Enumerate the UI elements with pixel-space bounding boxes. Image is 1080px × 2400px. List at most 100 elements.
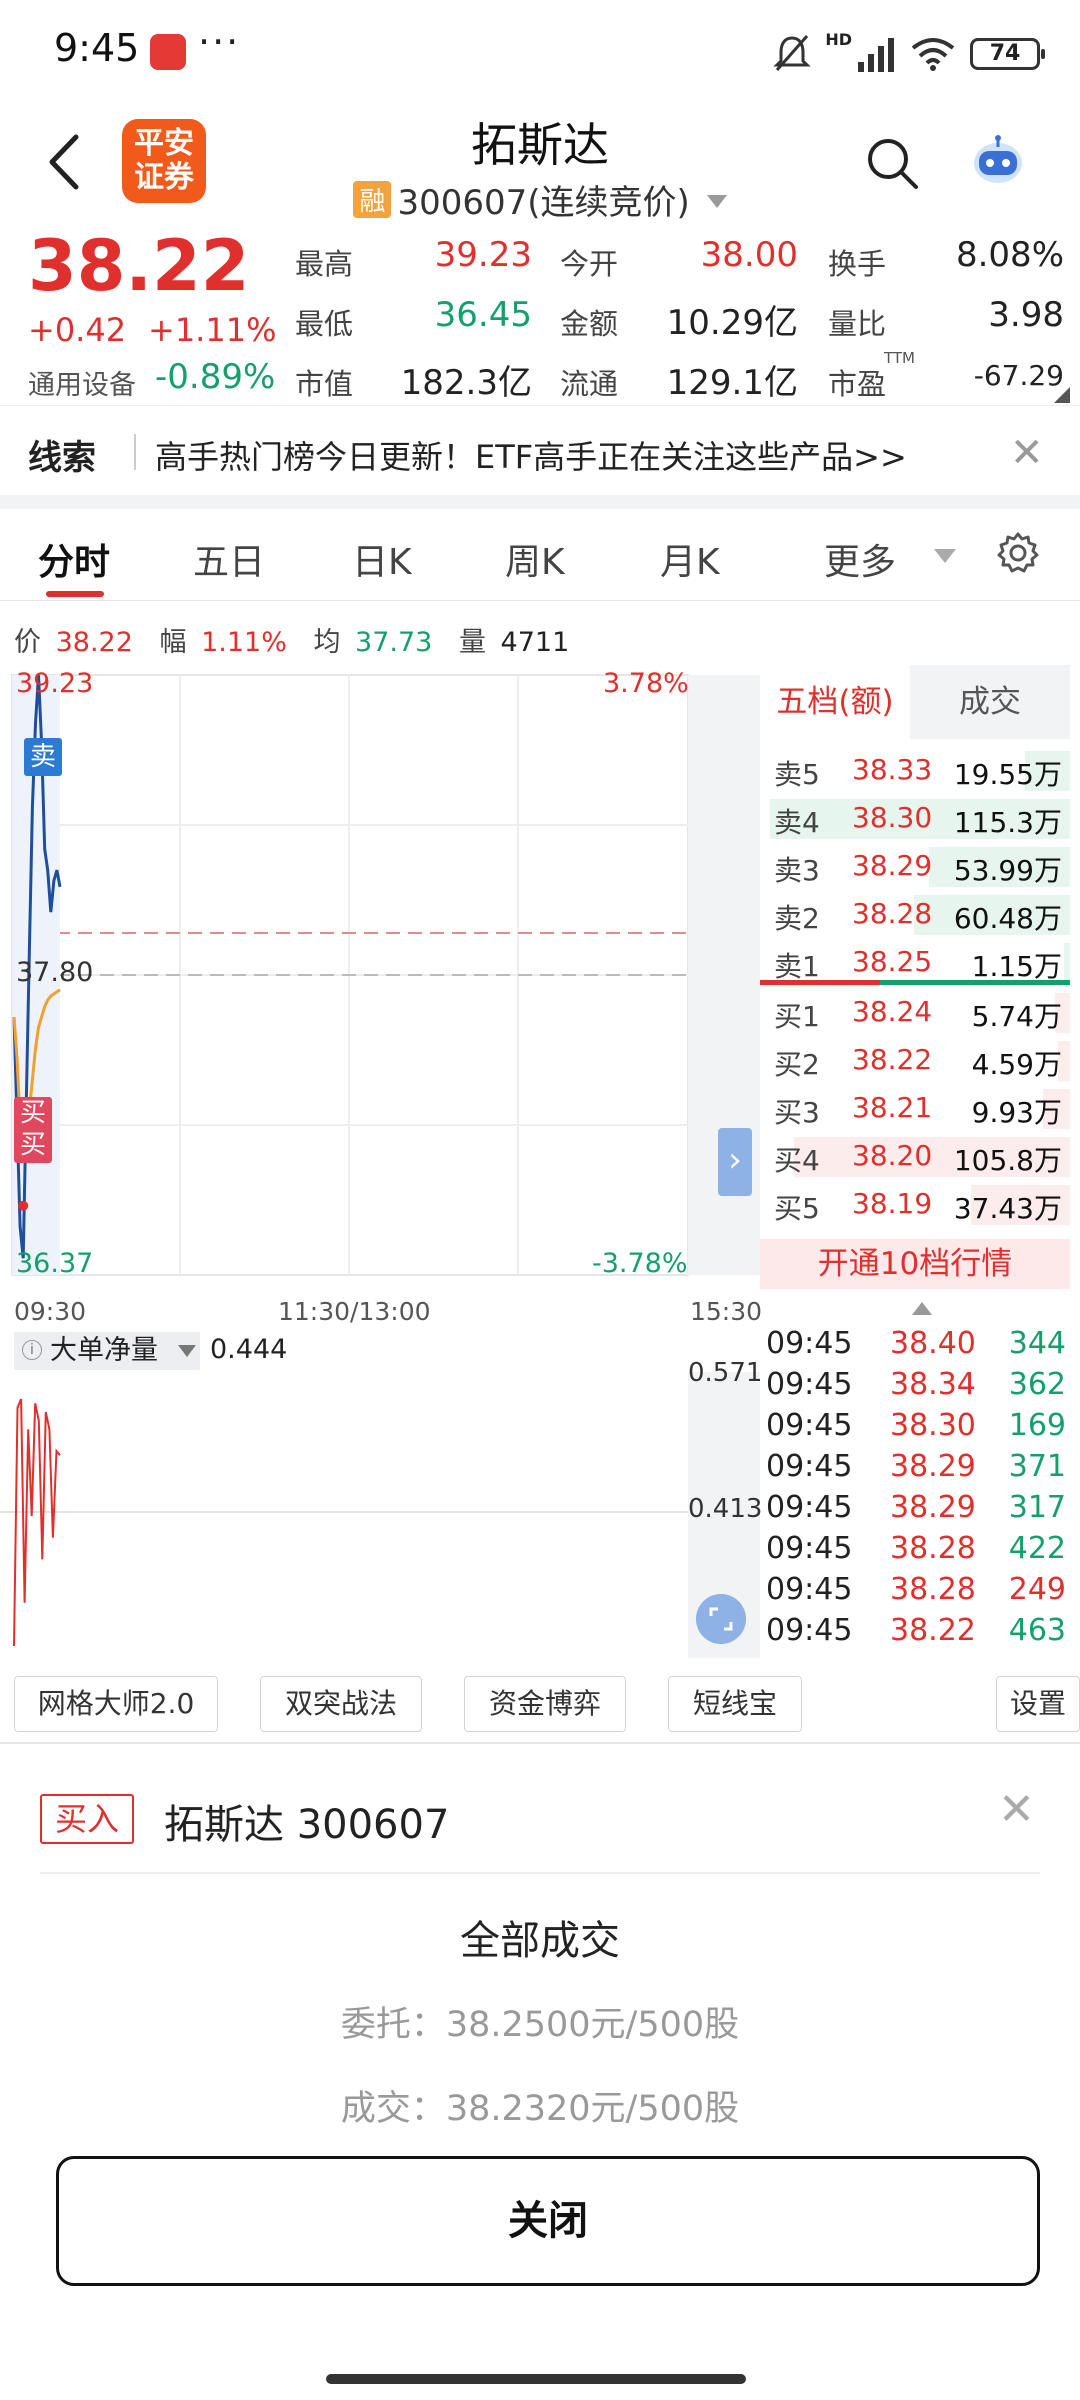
- signal-icon: [858, 38, 894, 72]
- stat-value-market-cap: 182.3亿: [400, 363, 532, 403]
- stat-label-volume-ratio: 量比: [828, 307, 887, 341]
- order-book-level: 卖4: [774, 806, 820, 839]
- status-bar: 9:45 ··· HD 74: [0, 0, 1080, 105]
- tab-monthly-k[interactable]: 月K: [660, 533, 720, 585]
- buy-marker[interactable]: 买买: [14, 1097, 52, 1163]
- ask-strength-bar: [880, 980, 1070, 985]
- order-book-vol: 4.59万: [971, 1048, 1062, 1081]
- stat-label-pe: 市盈: [828, 367, 887, 401]
- section-gap: [0, 495, 1080, 509]
- trade-row: 09:45 38.34 362: [766, 1367, 1070, 1408]
- open-10-levels-button[interactable]: 开通10档行情: [760, 1239, 1070, 1289]
- status-time: 9:45: [54, 26, 140, 70]
- bid-row[interactable]: 买5 38.19 37.43万: [760, 1181, 1070, 1229]
- ask-row[interactable]: 卖5 38.33 19.55万: [760, 747, 1070, 795]
- order-book-vol: 37.43万: [953, 1192, 1062, 1225]
- indicator-scale-mid: 0.413: [688, 1494, 763, 1524]
- ai-assistant-robot-icon[interactable]: [970, 133, 1026, 189]
- tab-trades[interactable]: 成交: [910, 665, 1070, 739]
- order-side-badge: 买入: [40, 1794, 134, 1844]
- trade-row: 09:45 38.30 169: [766, 1408, 1070, 1449]
- close-button[interactable]: 关闭: [56, 2156, 1040, 2286]
- stat-value-low: 36.45: [434, 295, 532, 335]
- order-book-level: 卖5: [774, 758, 820, 791]
- stat-value-high: 39.23: [434, 235, 532, 275]
- tab-daily-k[interactable]: 日K: [352, 533, 412, 585]
- tab-five-day[interactable]: 五日: [193, 533, 265, 585]
- fullscreen-icon[interactable]: [696, 1594, 746, 1644]
- clue-divider: [134, 434, 136, 470]
- trade-price: 38.28: [890, 1531, 976, 1566]
- chevron-up-icon[interactable]: [912, 1302, 932, 1315]
- ask-row[interactable]: 卖4 38.30 115.3万: [760, 795, 1070, 843]
- battery-icon: 74: [970, 38, 1045, 70]
- chart-grid: [11, 674, 760, 1276]
- price-change: +0.42: [28, 311, 127, 349]
- intraday-chart[interactable]: [0, 665, 760, 1290]
- trade-vol: 371: [1008, 1449, 1066, 1484]
- trade-time: 09:45: [766, 1531, 853, 1566]
- tab-more[interactable]: 更多: [824, 533, 896, 585]
- tab-five-levels[interactable]: 五档(额): [760, 665, 910, 739]
- close-icon[interactable]: ✕: [1010, 430, 1044, 476]
- indicator-chart[interactable]: [0, 1372, 760, 1658]
- axis-low-label: 36.37: [16, 1248, 94, 1279]
- clue-text[interactable]: 高手热门榜今日更新！ETF高手正在关注这些产品>>: [155, 432, 907, 478]
- trade-price: 38.28: [890, 1572, 976, 1607]
- trade-price: 38.40: [890, 1326, 976, 1361]
- divider: [40, 1872, 1040, 1874]
- short-term-button[interactable]: 短线宝: [668, 1676, 802, 1732]
- stat-label-turnover: 换手: [828, 247, 887, 281]
- chevron-down-icon: [934, 549, 956, 563]
- order-book-vol: 105.8万: [953, 1144, 1062, 1177]
- bid-row[interactable]: 买2 38.22 4.59万: [760, 1037, 1070, 1085]
- info-price-label: 价: [14, 627, 41, 658]
- info-icon[interactable]: i: [22, 1340, 42, 1360]
- grid-master-button[interactable]: 网格大师2.0: [14, 1676, 218, 1732]
- stat-label-market-cap: 市值: [295, 367, 354, 401]
- sector-change[interactable]: -0.89%: [155, 357, 275, 397]
- bid-strength-bar: [760, 980, 880, 985]
- order-book-tabs: 五档(额) 成交: [760, 665, 1070, 739]
- bid-row[interactable]: 买4 38.20 105.8万: [760, 1133, 1070, 1181]
- order-entrust-value: 38.2500元/500股: [445, 2005, 740, 2045]
- time-start: 09:30: [14, 1297, 87, 1326]
- hd-indicator: HD: [825, 30, 852, 49]
- order-entrust-line: 委托：38.2500元/500股: [0, 1996, 1080, 2047]
- gear-icon[interactable]: [996, 531, 1040, 575]
- time-mid: 11:30/13:00: [278, 1297, 431, 1326]
- home-indicator[interactable]: [326, 2374, 746, 2384]
- news-clue-bar[interactable]: 线索 高手热门榜今日更新！ETF高手正在关注这些产品>> ✕: [0, 405, 1080, 495]
- order-book-vol: 19.55万: [953, 758, 1062, 791]
- tab-intraday[interactable]: 分时: [38, 533, 110, 585]
- search-button[interactable]: [862, 133, 922, 193]
- trade-time: 09:45: [766, 1326, 853, 1361]
- bid-row[interactable]: 买3 38.21 9.93万: [760, 1085, 1070, 1133]
- tab-weekly-k[interactable]: 周K: [505, 533, 565, 585]
- trade-time: 09:45: [766, 1490, 853, 1525]
- order-book-price: 38.19: [852, 1187, 933, 1220]
- corner-expand-icon[interactable]: [1054, 387, 1070, 403]
- axis-high-label: 39.23: [16, 668, 94, 699]
- sell-marker[interactable]: 卖: [24, 738, 62, 776]
- trade-price: 38.30: [890, 1408, 976, 1443]
- trade-row: 09:45 38.29 317: [766, 1490, 1070, 1531]
- double-breakout-button[interactable]: 双突战法: [260, 1676, 422, 1732]
- fund-game-button[interactable]: 资金博弈: [464, 1676, 626, 1732]
- order-book-level: 买3: [774, 1096, 820, 1129]
- trade-row: 09:45 38.29 371: [766, 1449, 1070, 1490]
- stat-label-amount: 金额: [560, 307, 619, 341]
- ask-row[interactable]: 卖3 38.29 53.99万: [760, 843, 1070, 891]
- order-book-level: 卖1: [774, 950, 820, 983]
- sector-name[interactable]: 通用设备: [28, 363, 136, 402]
- order-book-price: 38.29: [852, 849, 933, 882]
- chevron-right-icon[interactable]: ›: [718, 1128, 752, 1196]
- ask-row[interactable]: 卖2 38.28 60.48万: [760, 891, 1070, 939]
- close-icon[interactable]: ✕: [998, 1784, 1035, 1835]
- info-vol: 4711: [500, 627, 570, 658]
- order-book-vol: 5.74万: [971, 1000, 1062, 1033]
- chevron-down-icon: [178, 1345, 196, 1357]
- bid-row[interactable]: 买1 38.24 5.74万: [760, 989, 1070, 1037]
- order-fill-value: 38.2320元/500股: [445, 2089, 740, 2129]
- tools-settings-button[interactable]: 设置: [996, 1676, 1080, 1732]
